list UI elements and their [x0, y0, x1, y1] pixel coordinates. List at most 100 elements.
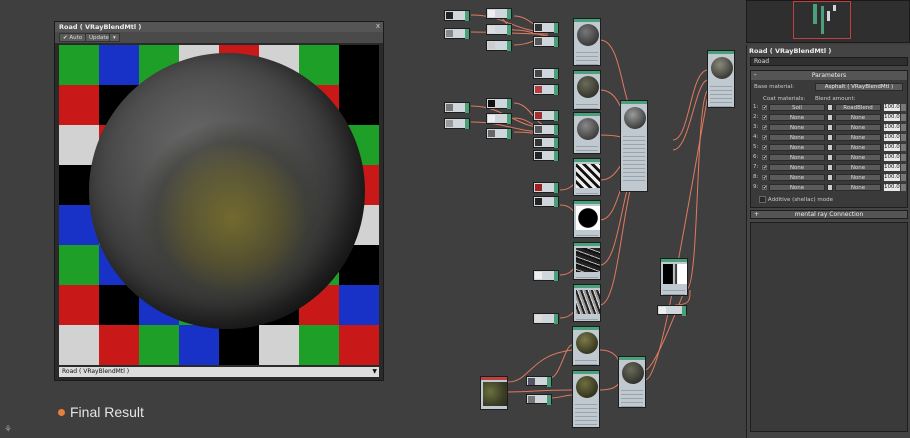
- blend-amount-spinner[interactable]: [901, 154, 906, 161]
- coat-color-swatch[interactable]: [827, 144, 833, 151]
- parameters-rollout-header[interactable]: - Parameters: [751, 71, 907, 80]
- blend-map-button[interactable]: None: [835, 164, 881, 171]
- bitmap-node[interactable]: [480, 376, 508, 410]
- coat-enable-checkbox[interactable]: ✔: [762, 155, 767, 161]
- map-node[interactable]: [444, 118, 470, 129]
- map-node[interactable]: [444, 10, 470, 21]
- coat-color-swatch[interactable]: [827, 154, 833, 161]
- coat-color-swatch[interactable]: [827, 114, 833, 121]
- map-node[interactable]: [533, 270, 559, 281]
- coat-material-button[interactable]: None: [769, 144, 825, 151]
- blend-amount-input[interactable]: 100.0: [884, 134, 900, 141]
- coat-enable-checkbox[interactable]: ✔: [762, 105, 767, 111]
- blend-map-button[interactable]: None: [835, 154, 881, 161]
- blend-amount-spinner[interactable]: [901, 184, 906, 191]
- map-node[interactable]: [533, 313, 559, 324]
- material-node[interactable]: [573, 70, 601, 110]
- material-node[interactable]: [572, 326, 600, 366]
- coat-enable-checkbox[interactable]: ✔: [762, 115, 767, 121]
- pin-icon[interactable]: ▾: [109, 33, 120, 42]
- coat-color-swatch[interactable]: [827, 104, 833, 111]
- material-node[interactable]: [573, 18, 601, 66]
- blend-amount-spinner[interactable]: [901, 164, 906, 171]
- coat-material-button[interactable]: None: [769, 154, 825, 161]
- mental-ray-rollout-header[interactable]: + mental ray Connection: [750, 210, 908, 219]
- material-node[interactable]: [573, 112, 601, 154]
- material-select-dropdown[interactable]: Road ( VRayBlendMtl ) ▼: [59, 367, 379, 377]
- texture-node[interactable]: [573, 158, 601, 196]
- blend-amount-spinner[interactable]: [901, 174, 906, 181]
- map-node[interactable]: [533, 124, 559, 135]
- blend-map-button[interactable]: None: [835, 114, 881, 121]
- blend-map-button[interactable]: None: [835, 134, 881, 141]
- blend-amount-input[interactable]: 100.0: [884, 164, 900, 171]
- coat-material-button[interactable]: Soil: [769, 104, 825, 111]
- final-material-node[interactable]: [707, 50, 735, 108]
- map-node[interactable]: [533, 110, 559, 121]
- blend-amount-input[interactable]: 100.0: [884, 104, 900, 111]
- coat-color-swatch[interactable]: [827, 174, 833, 181]
- coat-enable-checkbox[interactable]: ✔: [762, 165, 767, 171]
- map-node[interactable]: [486, 113, 512, 124]
- map-node[interactable]: [486, 40, 512, 51]
- coat-color-swatch[interactable]: [827, 164, 833, 171]
- map-node[interactable]: [526, 394, 552, 405]
- map-node[interactable]: [533, 36, 559, 47]
- map-node[interactable]: [657, 305, 687, 316]
- slate-node-graph[interactable]: [390, 0, 745, 438]
- blend-amount-input[interactable]: 100.0: [884, 154, 900, 161]
- map-node[interactable]: [444, 102, 470, 113]
- blend-map-button[interactable]: None: [835, 124, 881, 131]
- blend-map-button[interactable]: RoadBlend: [835, 104, 881, 111]
- coat-material-button[interactable]: None: [769, 174, 825, 181]
- blend-amount-spinner[interactable]: [901, 104, 906, 111]
- close-icon[interactable]: x: [376, 22, 380, 30]
- navigator-minimap[interactable]: [746, 0, 910, 43]
- blend-map-button[interactable]: None: [835, 144, 881, 151]
- map-node[interactable]: [533, 150, 559, 161]
- coat-color-swatch[interactable]: [827, 124, 833, 131]
- coat-material-button[interactable]: None: [769, 164, 825, 171]
- blend-amount-input[interactable]: 100.0: [884, 144, 900, 151]
- map-node[interactable]: [533, 68, 559, 79]
- texture-node[interactable]: [573, 284, 601, 322]
- blend-material-node[interactable]: [618, 356, 646, 408]
- map-node[interactable]: [533, 196, 559, 207]
- material-node[interactable]: [572, 370, 600, 428]
- texture-node[interactable]: [573, 242, 601, 280]
- blend-amount-spinner[interactable]: [901, 144, 906, 151]
- coat-color-swatch[interactable]: [827, 134, 833, 141]
- coat-enable-checkbox[interactable]: ✔: [762, 175, 767, 181]
- coat-material-button[interactable]: None: [769, 184, 825, 191]
- coat-enable-checkbox[interactable]: ✔: [762, 185, 767, 191]
- map-node[interactable]: [486, 98, 512, 109]
- map-node[interactable]: [486, 8, 512, 19]
- blend-amount-spinner[interactable]: [901, 124, 906, 131]
- blend-amount-input[interactable]: 100.0: [884, 124, 900, 131]
- map-node[interactable]: [533, 182, 559, 193]
- coat-material-button[interactable]: None: [769, 114, 825, 121]
- coat-color-swatch[interactable]: [827, 184, 833, 191]
- material-name-field[interactable]: Road: [750, 57, 908, 66]
- map-node[interactable]: [486, 24, 512, 35]
- base-material-button[interactable]: Asphalt ( VRayBlendMtl ): [815, 83, 903, 91]
- blend-material-node[interactable]: [620, 100, 648, 192]
- coat-enable-checkbox[interactable]: ✔: [762, 145, 767, 151]
- coat-material-button[interactable]: None: [769, 124, 825, 131]
- texture-node[interactable]: [573, 200, 601, 238]
- map-node[interactable]: [444, 28, 470, 39]
- map-node[interactable]: [533, 22, 559, 33]
- mask-texture-node[interactable]: [660, 258, 688, 296]
- coat-material-button[interactable]: None: [769, 134, 825, 141]
- map-node[interactable]: [526, 376, 552, 387]
- coat-enable-checkbox[interactable]: ✔: [762, 125, 767, 131]
- map-node[interactable]: [486, 128, 512, 139]
- auto-update-checkbox[interactable]: ✔ Auto: [59, 33, 87, 42]
- map-node[interactable]: [533, 84, 559, 95]
- map-node[interactable]: [533, 137, 559, 148]
- blend-map-button[interactable]: None: [835, 174, 881, 181]
- additive-mode-checkbox[interactable]: Additive (shellac) mode: [759, 196, 833, 203]
- blend-amount-input[interactable]: 100.0: [884, 184, 900, 191]
- blend-amount-spinner[interactable]: [901, 134, 906, 141]
- coat-enable-checkbox[interactable]: ✔: [762, 135, 767, 141]
